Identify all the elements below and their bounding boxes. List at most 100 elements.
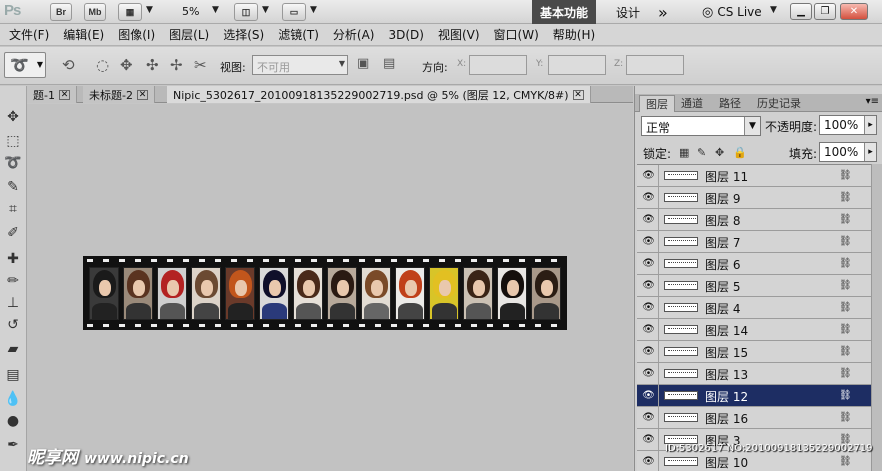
layers-scrollbar[interactable] — [871, 164, 882, 471]
layer-row[interactable]: 👁 图层 4 ⛓ — [637, 297, 871, 319]
layer-row[interactable]: 👁 图层 14 ⛓ — [637, 319, 871, 341]
delete-view-icon[interactable]: ▤ — [383, 56, 395, 71]
layer-row[interactable]: 👁 图层 15 ⛓ — [637, 341, 871, 363]
menu-view[interactable]: 视图(V) — [431, 26, 487, 43]
close-button[interactable]: ✕ — [840, 3, 868, 20]
scissors-icon[interactable]: ✂ — [194, 56, 207, 74]
layer-row[interactable]: 👁 图层 12 ⛓ — [637, 385, 871, 407]
slide-3d-icon[interactable]: ✣ — [146, 56, 159, 74]
tab-paths[interactable]: 路径 — [713, 95, 747, 112]
pen-tool-icon[interactable]: ✒ — [2, 434, 24, 456]
lock-all-icon[interactable]: 🔒 — [733, 146, 747, 159]
menu-window[interactable]: 窗口(W) — [487, 26, 546, 43]
chevron-down-icon[interactable]: ▼ — [146, 5, 153, 15]
workspace-design[interactable]: 设计 — [608, 0, 648, 24]
chevron-down-icon[interactable]: ▼ — [310, 5, 317, 15]
menu-file[interactable]: 文件(F) — [2, 26, 56, 43]
visibility-eye-icon[interactable]: 👁 — [639, 187, 659, 208]
marquee-tool-icon[interactable]: ⬚ — [2, 130, 24, 152]
zoom-level[interactable]: 5% — [182, 5, 199, 18]
close-icon[interactable]: ✕ — [58, 89, 70, 100]
cs-live-button[interactable]: ◎ CS Live — [694, 0, 770, 24]
blur-tool-icon[interactable]: 💧 — [2, 388, 24, 410]
layer-row[interactable]: 👁 图层 8 ⛓ — [637, 209, 871, 231]
menu-3d[interactable]: 3D(D) — [381, 28, 430, 42]
layer-row[interactable]: 👁 图层 9 ⛓ — [637, 187, 871, 209]
eyedropper-tool-icon[interactable]: ✐ — [2, 222, 24, 244]
visibility-eye-icon[interactable]: 👁 — [639, 231, 659, 252]
panel-menu-icon[interactable]: ▾≡ — [866, 96, 879, 107]
fill-input[interactable]: 100% ▸ — [819, 142, 877, 162]
z-field[interactable] — [626, 55, 684, 75]
opacity-input[interactable]: 100% ▸ — [819, 115, 877, 135]
gradient-tool-icon[interactable]: ▤ — [2, 364, 24, 386]
rotate-3d-icon[interactable]: ⟲ — [62, 56, 75, 74]
tab-document-2[interactable]: 未标题-2 ✕ — [83, 86, 155, 103]
roll-3d-icon[interactable]: ◌ — [96, 56, 109, 74]
arrange-documents-button[interactable]: ◫ — [234, 3, 258, 21]
menu-edit[interactable]: 编辑(E) — [56, 26, 111, 43]
visibility-eye-icon[interactable]: 👁 — [639, 297, 659, 318]
layer-row[interactable]: 👁 图层 7 ⛓ — [637, 231, 871, 253]
menu-select[interactable]: 选择(S) — [216, 26, 271, 43]
quick-select-tool-icon[interactable]: ✎ — [2, 176, 24, 198]
mini-bridge-button[interactable]: Mb — [84, 3, 106, 21]
close-icon[interactable]: ✕ — [572, 89, 584, 100]
blend-mode-select[interactable]: 正常 ▼ — [641, 116, 761, 136]
history-brush-tool-icon[interactable]: ↺ — [2, 314, 24, 336]
restore-button[interactable]: ❐ — [814, 3, 836, 20]
chevron-down-icon[interactable]: ▼ — [770, 5, 777, 15]
more-workspaces-icon[interactable]: » — [650, 0, 676, 24]
screen-mode-button[interactable]: ▭ — [282, 3, 306, 21]
document-canvas[interactable]: 昵享网 www.nipic.cn — [27, 104, 633, 471]
clone-stamp-tool-icon[interactable]: ⊥ — [2, 292, 24, 314]
visibility-eye-icon[interactable]: 👁 — [639, 275, 659, 296]
view-extras-button[interactable]: ▦ — [118, 3, 142, 21]
lock-pixels-icon[interactable]: ✎ — [697, 146, 706, 159]
visibility-eye-icon[interactable]: 👁 — [639, 253, 659, 274]
visibility-eye-icon[interactable]: 👁 — [639, 385, 659, 406]
menu-layer[interactable]: 图层(L) — [162, 26, 216, 43]
scale-3d-icon[interactable]: ✢ — [170, 56, 183, 74]
visibility-eye-icon[interactable]: 👁 — [639, 451, 659, 471]
visibility-eye-icon[interactable]: 👁 — [639, 363, 659, 384]
workspace-essentials[interactable]: 基本功能 — [532, 0, 597, 24]
layer-row[interactable]: 👁 图层 6 ⛓ — [637, 253, 871, 275]
lock-position-icon[interactable]: ✥ — [715, 146, 724, 159]
crop-tool-icon[interactable]: ⌗ — [2, 198, 24, 220]
layer-row[interactable]: 👁 图层 5 ⛓ — [637, 275, 871, 297]
visibility-eye-icon[interactable]: 👁 — [639, 341, 659, 362]
menu-help[interactable]: 帮助(H) — [546, 26, 602, 43]
move-tool-icon[interactable]: ✥ — [2, 106, 24, 128]
menu-analysis[interactable]: 分析(A) — [326, 26, 382, 43]
drag-3d-icon[interactable]: ✥ — [120, 56, 133, 74]
layer-row[interactable]: 👁 图层 10 ⛓ — [637, 451, 871, 471]
x-field[interactable] — [469, 55, 527, 75]
tab-channels[interactable]: 通道 — [675, 95, 709, 112]
layer-row[interactable]: 👁 图层 13 ⛓ — [637, 363, 871, 385]
tab-document-1[interactable]: 题-1 ✕ — [27, 86, 77, 103]
visibility-eye-icon[interactable]: 👁 — [639, 429, 659, 450]
save-view-icon[interactable]: ▣ — [357, 56, 369, 71]
lock-transparency-icon[interactable]: ▦ — [679, 146, 689, 159]
eraser-tool-icon[interactable]: ▰ — [2, 338, 24, 360]
zoom-dropdown-icon[interactable]: ▼ — [212, 5, 219, 15]
visibility-eye-icon[interactable]: 👁 — [639, 407, 659, 428]
view-select[interactable]: 不可用 ▼ — [252, 55, 348, 75]
y-field[interactable] — [548, 55, 606, 75]
dodge-tool-icon[interactable]: ● — [2, 410, 24, 432]
menu-image[interactable]: 图像(I) — [111, 26, 162, 43]
menu-filter[interactable]: 滤镜(T) — [271, 26, 326, 43]
layer-row[interactable]: 👁 图层 11 ⛓ — [637, 165, 871, 187]
bridge-button[interactable]: Br — [50, 3, 72, 21]
healing-brush-tool-icon[interactable]: ✚ — [2, 248, 24, 270]
layer-row[interactable]: 👁 图层 16 ⛓ — [637, 407, 871, 429]
tab-layers[interactable]: 图层 — [639, 95, 675, 112]
chevron-down-icon[interactable]: ▼ — [262, 5, 269, 15]
brush-tool-icon[interactable]: ✏ — [2, 270, 24, 292]
visibility-eye-icon[interactable]: 👁 — [639, 209, 659, 230]
close-icon[interactable]: ✕ — [136, 89, 148, 100]
tab-active-document[interactable]: Nipic_5302617_20100918135229002719.psd @… — [167, 86, 591, 103]
lasso-tool-icon[interactable]: ➰ — [2, 152, 24, 174]
visibility-eye-icon[interactable]: 👁 — [639, 165, 659, 186]
